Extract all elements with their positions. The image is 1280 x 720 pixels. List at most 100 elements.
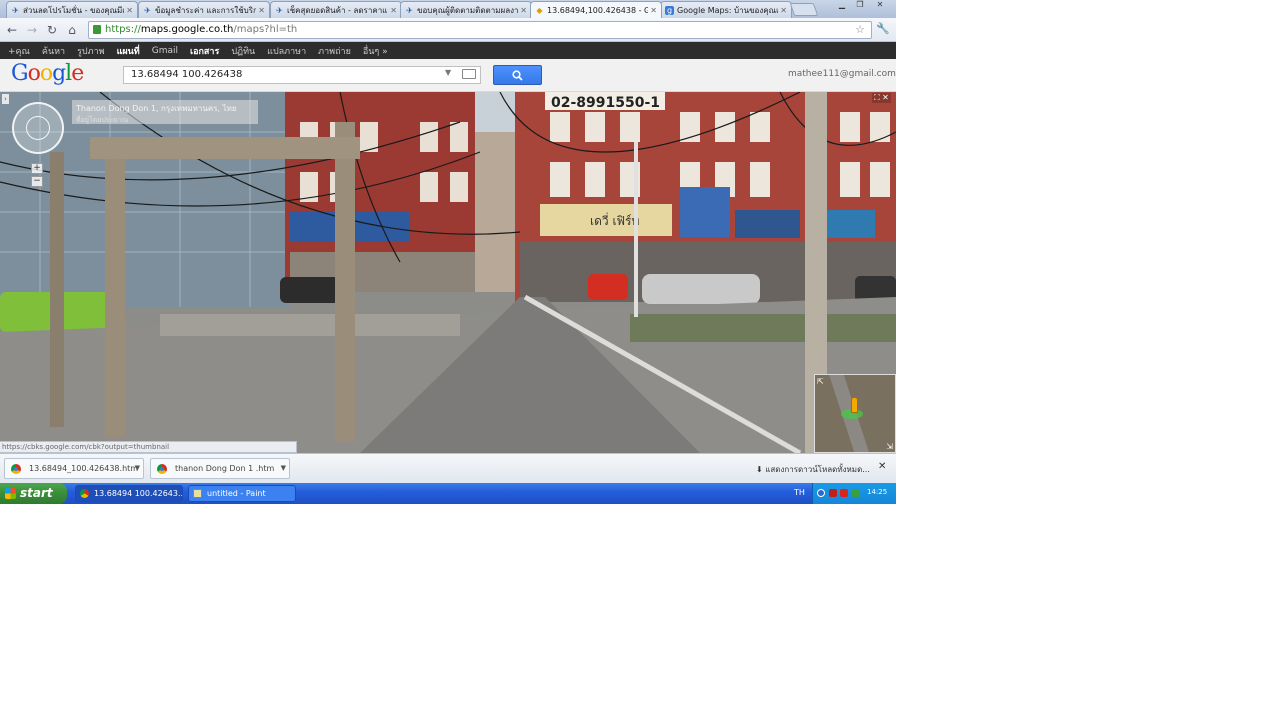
tab-title: ข้อมูลชำระค่า และการใช้บริการ — [155, 5, 257, 15]
browser-toolbar: ← → ↻ ⌂ https://maps.google.co.th/maps?h… — [0, 18, 896, 42]
windows-taskbar: start 13.68494 100.42643... untitled - P… — [0, 483, 896, 504]
tab-close-icon[interactable]: ✕ — [520, 6, 527, 15]
taskbar-item-paint[interactable]: untitled - Paint — [188, 485, 296, 502]
tab-3[interactable]: ✈ เช็คสุดยอดสินค้า - ลดราคาแรง ✕ — [270, 1, 402, 18]
back-icon[interactable]: ← — [4, 22, 20, 38]
page-icon: ✈ — [406, 5, 413, 15]
url-domain: maps.google.co.th — [140, 24, 234, 35]
reload-icon[interactable]: ↻ — [44, 22, 60, 38]
google-icon: g — [665, 5, 674, 15]
gbar-item-docs[interactable]: เอกสาร — [190, 44, 219, 58]
screen: ✈ส่วนลดโปรโมชั่น - ของคุณมีเท่าไหร่กัน✕ … — [0, 0, 896, 504]
new-tab-button[interactable] — [789, 3, 819, 16]
tab-close-icon[interactable]: ✕ — [390, 6, 397, 15]
gbar-item-photos[interactable]: ภาพถ่าย — [318, 44, 351, 58]
tab-title: Google Maps: บ้านของคุณแผนที่ — [677, 5, 778, 15]
shop-sign: เดวี่ เฟิร์ท — [590, 212, 639, 228]
close-window-icon[interactable]: ✕ — [872, 0, 888, 10]
tab-close-icon[interactable]: ✕ — [780, 6, 787, 15]
gbar-item-maps[interactable]: แผนที่ — [117, 44, 140, 58]
expand-icon[interactable]: ⇱ — [817, 377, 824, 386]
pegman-icon[interactable] — [851, 397, 858, 413]
google-bar: +คุณ ค้นหา รูปภาพ แผนที่ Gmail เอกสาร ปฏ… — [0, 42, 896, 59]
page-icon: ✈ — [144, 5, 151, 15]
gbar-item-you[interactable]: +คุณ — [8, 44, 30, 58]
street-view-minimap[interactable]: ⇱ ⇲ — [814, 374, 896, 453]
chrome-icon — [11, 464, 21, 474]
tab-title: 13.68494,100.426438 - Google — [547, 5, 648, 15]
tab-1[interactable]: ✈ ส่วนลดโปรโมชั่น - ของคุณมีเท่าไหร่กัน✕ — [6, 1, 138, 18]
maps-search-input[interactable]: 13.68494 100.426438 — [123, 66, 481, 84]
maps-pin-icon: ◆ — [536, 5, 543, 15]
gbar-item-search[interactable]: ค้นหา — [42, 44, 65, 58]
tab-close-icon[interactable]: ✕ — [258, 6, 265, 15]
gbar-item-gmail[interactable]: Gmail — [152, 46, 178, 56]
compass-icon[interactable] — [26, 116, 50, 140]
show-all-downloads-link[interactable]: ⬇ แสดงการดาวน์โหลดทั้งหมด... — [756, 463, 870, 476]
gbar-item-calendar[interactable]: ปฏิทิน — [231, 44, 255, 58]
chrome-icon — [157, 464, 167, 474]
clock[interactable]: 14:25 — [867, 488, 887, 496]
address-bar[interactable]: https://maps.google.co.th/maps?hl=th ☆ — [88, 21, 872, 39]
street-scene: 02-8991550-1 เดวี่ เฟิร์ท — [0, 92, 896, 453]
resize-icon[interactable]: ⇲ — [886, 442, 893, 451]
restore-icon[interactable]: ❐ — [852, 0, 868, 10]
pan-control[interactable] — [12, 102, 64, 154]
download-item-1[interactable]: 13.68494_100.426438.htm ▼ — [4, 458, 144, 479]
chevron-down-icon[interactable]: ▼ — [135, 459, 140, 478]
close-downloads-icon[interactable]: ✕ — [878, 461, 886, 472]
gbar-item-more[interactable]: อื่นๆ » — [363, 44, 388, 58]
lock-icon — [93, 25, 101, 34]
chevron-down-icon[interactable]: ▼ — [445, 68, 451, 77]
tab-2[interactable]: ✈ ข้อมูลชำระค่า และการใช้บริการ ✕ — [138, 1, 270, 18]
tab-title: ส่วนลดโปรโมชั่น - ของคุณมีเท่าไหร่กัน — [23, 5, 125, 15]
address-approx-note: ที่อยู่โดยประมาณ — [76, 116, 129, 124]
volume-icon[interactable] — [852, 489, 860, 497]
url-path: /maps?hl=th — [233, 24, 298, 35]
chrome-icon — [80, 489, 89, 498]
url-scheme: https:// — [105, 24, 141, 35]
page-icon: ✈ — [12, 5, 19, 15]
minimize-icon[interactable]: ▁ — [834, 0, 850, 10]
start-button[interactable]: start — [0, 483, 67, 504]
network-icon[interactable] — [817, 489, 825, 497]
street-view-panorama[interactable]: 02-8991550-1 เดวี่ เฟิร์ท › Thanon Dong … — [0, 92, 896, 453]
gbar-item-translate[interactable]: แปลภาษา — [267, 44, 306, 58]
tab-6[interactable]: gGoogle Maps: บ้านของคุณแผนที่✕ — [660, 1, 792, 18]
tab-4[interactable]: ✈ ขอบคุณผู้ติดตามติดตามผลงาน ✕ — [400, 1, 532, 18]
tab-close-icon[interactable]: ✕ — [126, 6, 133, 15]
download-filename: 13.68494_100.426438.htm — [29, 464, 139, 473]
chevron-down-icon[interactable]: ▼ — [281, 459, 286, 478]
ati-icon[interactable] — [840, 489, 848, 497]
page-icon: ✈ — [276, 5, 283, 15]
tab-5-active[interactable]: ◆ 13.68494,100.426438 - Google✕ — [530, 1, 662, 18]
taskbar-item-chrome[interactable]: 13.68494 100.42643... — [75, 485, 183, 502]
account-menu[interactable]: mathee111@gmail.com ▾ — [788, 69, 896, 79]
download-filename: thanon Dong Don 1 .htm — [175, 464, 275, 473]
bookmark-star-icon[interactable]: ☆ — [855, 22, 865, 38]
street-view-address-card: Thanon Dong Don 1, กรุงเทพมหานคร, ไทย ที… — [72, 100, 258, 124]
tab-close-icon[interactable]: ✕ — [650, 6, 657, 15]
gbar-item-images[interactable]: รูปภาพ — [77, 44, 104, 58]
language-indicator[interactable]: TH — [794, 488, 805, 497]
wrench-icon[interactable]: 🔧 — [876, 22, 890, 35]
zoom-in-button[interactable]: + — [31, 163, 43, 174]
paint-icon — [193, 489, 202, 498]
fullscreen-close-controls[interactable]: ⛶ ✕ — [872, 93, 891, 103]
search-button[interactable] — [493, 65, 542, 85]
keyboard-icon[interactable] — [462, 69, 476, 79]
tab-title: เช็คสุดยอดสินค้า - ลดราคาแรง — [287, 5, 389, 15]
tab-title: ขอบคุณผู้ติดตามติดตามผลงาน — [417, 5, 519, 15]
downloads-bar: 13.68494_100.426438.htm ▼ thanon Dong Don… — [0, 453, 896, 483]
phone-sign: 02-8991550-1 — [551, 95, 660, 111]
security-icon[interactable] — [829, 489, 837, 497]
search-icon — [512, 70, 523, 81]
windows-flag-icon — [5, 488, 16, 499]
google-logo[interactable]: Google — [11, 61, 84, 86]
zoom-out-button[interactable]: − — [31, 176, 43, 187]
download-item-2[interactable]: thanon Dong Don 1 .htm ▼ — [150, 458, 290, 479]
home-icon[interactable]: ⌂ — [64, 22, 80, 38]
collapse-panel-button[interactable]: › — [2, 94, 9, 104]
status-url-bubble: https://cbks.google.com/cbk?output=thumb… — [0, 441, 297, 453]
forward-icon[interactable]: → — [24, 22, 40, 38]
